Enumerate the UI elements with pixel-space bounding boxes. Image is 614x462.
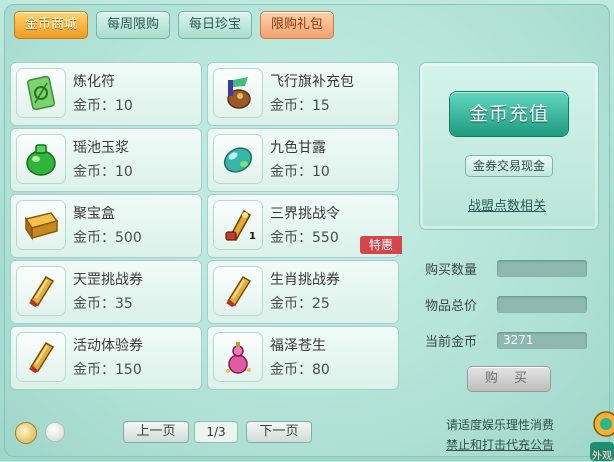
tab-limited-pack[interactable]: 限购礼包 <box>260 11 335 39</box>
toggle-dot-icon[interactable] <box>46 423 64 441</box>
appearance-label: 外观 <box>592 451 612 462</box>
tab-gold-shop[interactable]: 金币商城 <box>14 11 89 39</box>
item-price: 金币：15 <box>270 98 330 114</box>
item-card[interactable]: 聚宝盒 金币：500 <box>11 195 201 257</box>
item-name: 天罡挑战券 <box>73 272 143 288</box>
item-name: 九色甘露 <box>270 140 326 156</box>
talisman-icon <box>17 69 65 117</box>
nectar-icon <box>214 135 262 183</box>
item-card[interactable]: 生肖挑战券 金币：25 <box>208 261 398 323</box>
prev-page-button[interactable]: 上一页 <box>124 422 188 442</box>
alliance-points-link[interactable]: 战盟点数相关 <box>468 195 546 214</box>
magnifier-icon[interactable] <box>16 423 36 443</box>
anti-proxy-recharge-link[interactable]: 禁止和打击代充公告 <box>446 436 554 453</box>
item-price: 金币：550 <box>270 230 339 246</box>
item-name: 福泽苍生 <box>270 338 326 354</box>
total-price-label: 物品总价 <box>425 299 478 314</box>
item-card[interactable]: 天罡挑战券 金币：35 <box>11 261 201 323</box>
gold-recharge-button[interactable]: 金币充值 <box>450 92 568 136</box>
item-quantity: 1 <box>249 231 256 242</box>
total-price-field <box>497 296 587 313</box>
tab-weekly-limited[interactable]: 每周限购 <box>96 11 171 39</box>
item-price: 金币：80 <box>270 362 330 378</box>
item-name: 聚宝盒 <box>73 206 115 222</box>
next-page-button[interactable]: 下一页 <box>247 422 311 442</box>
item-price: 金币：25 <box>270 296 330 312</box>
item-name: 生肖挑战券 <box>270 272 340 288</box>
item-price: 金币：10 <box>270 164 330 180</box>
buy-button[interactable]: 购 买 <box>468 367 550 391</box>
item-price: 金币：500 <box>73 230 142 246</box>
quantity-label: 购买数量 <box>425 263 478 278</box>
voucher-exchange-button[interactable]: 金券交易现金 <box>466 156 552 176</box>
flag-pack-icon <box>214 69 262 117</box>
special-offer-badge: 特惠 <box>359 236 402 254</box>
jade-potion-icon <box>17 135 65 183</box>
tab-bar: 金币商城 每周限购 每日珍宝 限购礼包 <box>14 11 335 39</box>
item-card[interactable]: 九色甘露 金币：10 <box>208 129 398 191</box>
item-price: 金币：10 <box>73 164 133 180</box>
item-card[interactable]: 瑶池玉浆 金币：10 <box>11 129 201 191</box>
recharge-panel: 金币充值 金券交易现金 战盟点数相关 <box>420 63 598 229</box>
current-gold-label: 当前金币 <box>425 335 478 350</box>
item-card[interactable]: 活动体验券 金币：150 <box>11 327 201 389</box>
item-name: 瑶池玉浆 <box>73 140 129 156</box>
page-indicator: 1/3 <box>195 422 237 442</box>
scroll-icon <box>17 333 65 381</box>
scroll-icon <box>17 267 65 315</box>
treasure-box-icon <box>17 201 65 249</box>
item-name: 飞行旗补充包 <box>270 74 354 90</box>
item-card[interactable]: 福泽苍生 金币：80 <box>208 327 398 389</box>
item-price: 金币：150 <box>73 362 142 378</box>
quantity-input[interactable] <box>497 260 587 277</box>
scroll-icon <box>214 267 262 315</box>
item-name: 活动体验券 <box>73 338 143 354</box>
item-card[interactable]: 飞行旗补充包 金币：15 <box>208 63 398 125</box>
item-price: 金币：35 <box>73 296 133 312</box>
item-price: 金币：10 <box>73 98 133 114</box>
gourd-icon <box>214 333 262 381</box>
item-grid: 炼化符 金币：10 飞行旗补充包 金币：15 瑶池玉浆 金币：10 九色甘露 金… <box>11 63 402 389</box>
moderate-spending-notice: 请适度娱乐理性消费 <box>446 418 555 432</box>
tab-daily-treasure[interactable]: 每日珍宝 <box>178 11 253 39</box>
item-name: 三界挑战令 <box>270 206 340 222</box>
item-name: 炼化符 <box>73 74 115 90</box>
current-gold-field: 3271 <box>497 332 587 349</box>
item-card[interactable]: 1 三界挑战令 金币：550 特惠 <box>208 195 402 257</box>
item-card[interactable]: 炼化符 金币：10 <box>11 63 201 125</box>
